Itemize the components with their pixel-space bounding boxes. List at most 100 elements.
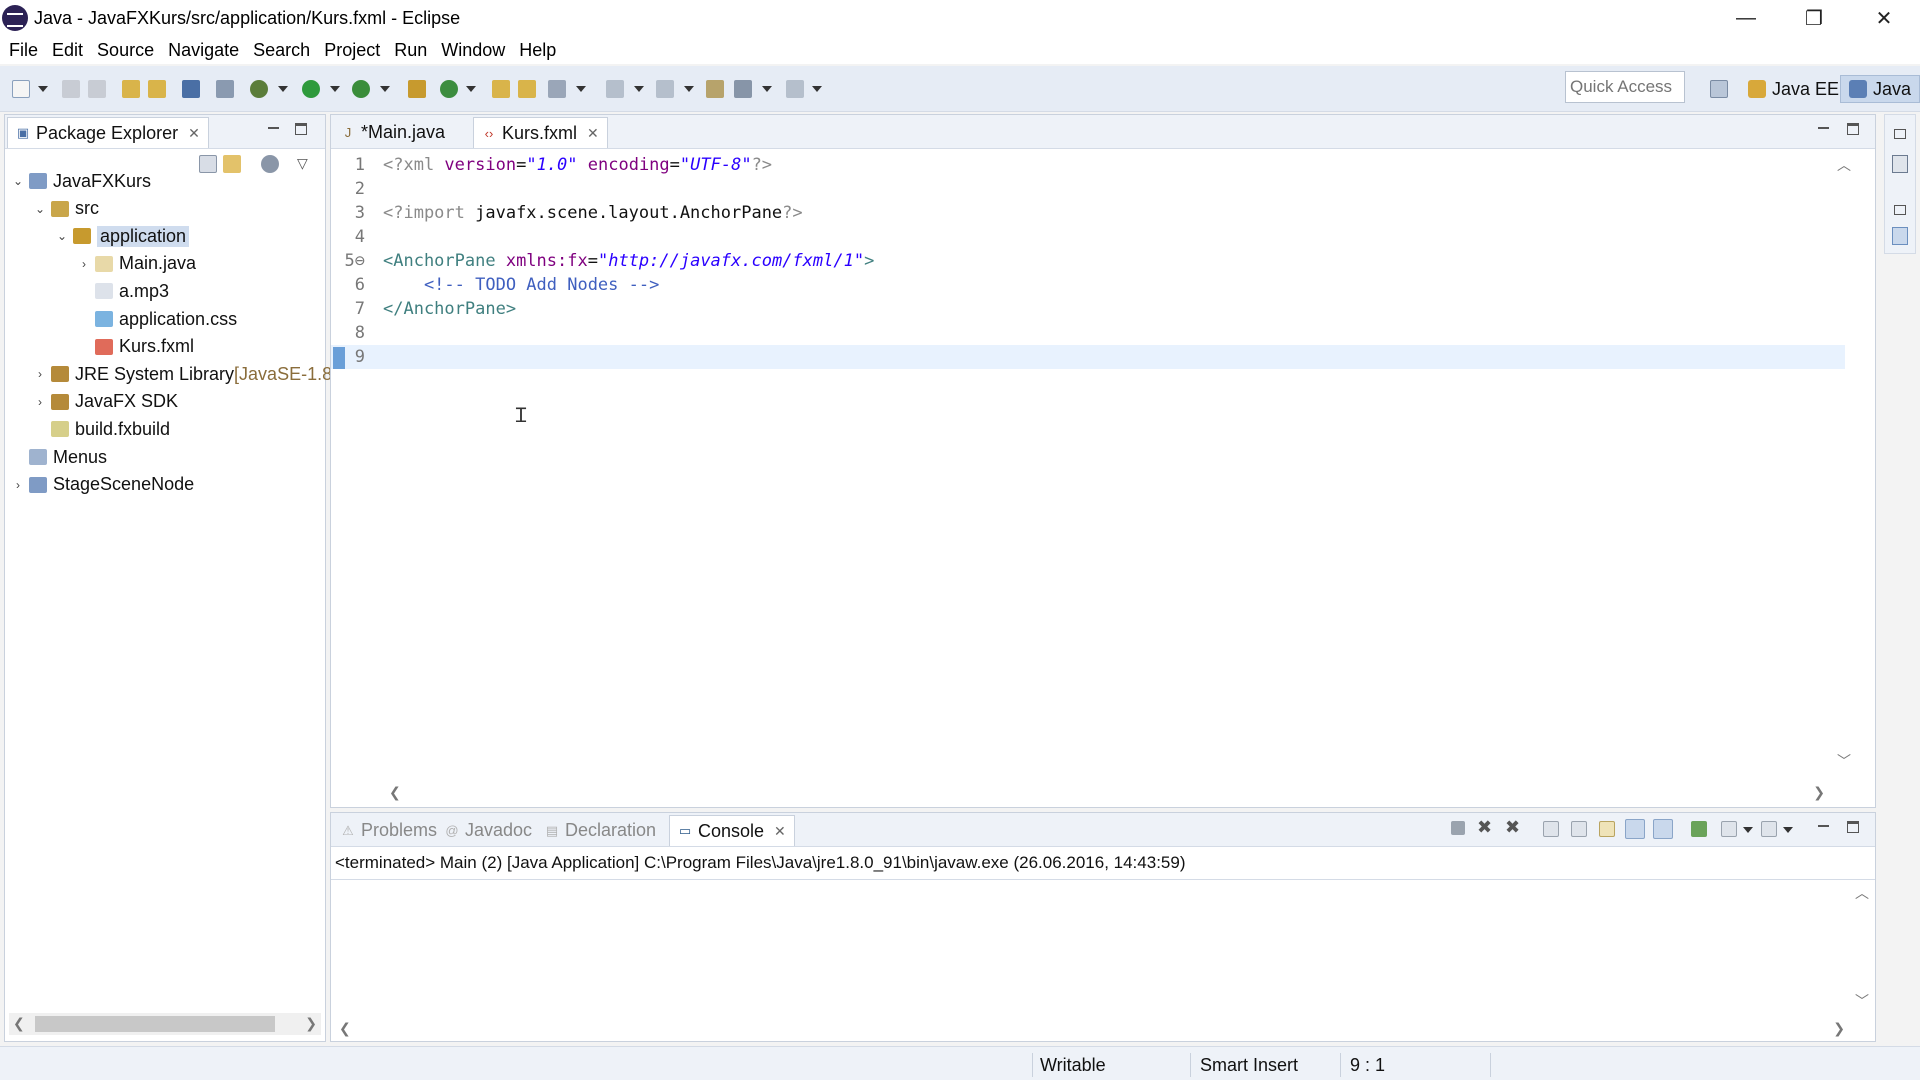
maximize-view-icon[interactable] bbox=[295, 123, 307, 135]
chevron-right-icon[interactable]: › bbox=[33, 395, 47, 409]
scroll-up-icon[interactable]: ︿ bbox=[1837, 155, 1851, 175]
link-with-editor-icon[interactable] bbox=[223, 155, 241, 173]
menu-file[interactable]: File bbox=[2, 40, 45, 61]
tab-package-explorer[interactable]: ▣ Package Explorer ✕ bbox=[7, 117, 209, 148]
chevron-down-icon[interactable] bbox=[380, 86, 390, 92]
forward-arrow-icon[interactable] bbox=[786, 80, 804, 98]
maximize-view-icon[interactable] bbox=[1847, 821, 1859, 833]
remove-all-launches-icon[interactable]: ✖ bbox=[1505, 817, 1520, 838]
chevron-down-icon[interactable]: ⌄ bbox=[55, 229, 69, 243]
chevron-down-icon[interactable] bbox=[466, 86, 476, 92]
menu-help[interactable]: Help bbox=[512, 40, 563, 61]
chevron-down-icon[interactable] bbox=[278, 86, 288, 92]
menu-run[interactable]: Run bbox=[387, 40, 434, 61]
show-on-stderr-icon[interactable] bbox=[1653, 819, 1673, 839]
minimize-view-icon[interactable] bbox=[1817, 123, 1831, 137]
tab-declaration[interactable]: ▤ Declaration bbox=[537, 815, 664, 846]
code-line[interactable]: 1 <?xml version="1.0" encoding="UTF-8"?> bbox=[331, 153, 1845, 177]
maximize-view-icon[interactable] bbox=[1847, 123, 1859, 135]
pin-console-icon[interactable] bbox=[1691, 821, 1707, 837]
chevron-down-icon[interactable] bbox=[634, 86, 644, 92]
run-icon[interactable] bbox=[302, 80, 320, 98]
code-line[interactable]: 7 </AnchorPane> bbox=[331, 297, 1845, 321]
menu-navigate[interactable]: Navigate bbox=[161, 40, 246, 61]
filter-icon[interactable] bbox=[261, 155, 279, 173]
remove-launch-icon[interactable]: ✖ bbox=[1477, 817, 1492, 838]
tree-item[interactable]: Menus bbox=[11, 444, 107, 470]
tree-item[interactable]: › JRE System Library [JavaSE-1.8 bbox=[33, 361, 332, 387]
scroll-lock-icon[interactable] bbox=[1571, 821, 1587, 837]
chevron-down-icon[interactable]: ⌄ bbox=[11, 174, 25, 188]
last-edit-icon[interactable] bbox=[706, 80, 724, 98]
menu-source[interactable]: Source bbox=[90, 40, 161, 61]
perspective-java-ee[interactable]: Java EE bbox=[1748, 75, 1839, 103]
chevron-down-icon[interactable] bbox=[1743, 827, 1753, 833]
close-icon[interactable]: ✕ bbox=[188, 125, 200, 142]
scroll-left-icon[interactable]: ❮ bbox=[389, 784, 401, 801]
tab-console[interactable]: ▭ Console ✕ bbox=[669, 815, 795, 846]
chevron-down-icon[interactable] bbox=[576, 86, 586, 92]
collapse-all-icon[interactable] bbox=[199, 155, 217, 173]
tab-main-java[interactable]: J *Main.java bbox=[333, 117, 453, 148]
scroll-down-icon[interactable]: ﹀ bbox=[1855, 991, 1869, 1011]
menu-search[interactable]: Search bbox=[246, 40, 317, 61]
code-line[interactable]: 5⊖ <AnchorPane xmlns:fx="http://javafx.co… bbox=[331, 249, 1845, 273]
minimize-view-icon[interactable] bbox=[267, 123, 281, 137]
chevron-down-icon[interactable] bbox=[762, 86, 772, 92]
scroll-up-icon[interactable]: ︿ bbox=[1855, 883, 1869, 903]
tree-item[interactable]: Kurs.fxml bbox=[77, 334, 194, 360]
tree-item[interactable]: › Main.java bbox=[77, 251, 196, 277]
new-java-class-icon[interactable] bbox=[440, 80, 458, 98]
terminal-icon[interactable] bbox=[182, 80, 200, 98]
tab-kurs-fxml[interactable]: ‹› Kurs.fxml ✕ bbox=[473, 117, 608, 148]
view-menu-icon[interactable]: ▽ bbox=[297, 155, 308, 172]
new-file-icon[interactable] bbox=[12, 80, 30, 98]
restore-icon[interactable] bbox=[1894, 205, 1906, 215]
tree-item[interactable]: ⌄ application bbox=[55, 223, 190, 249]
previous-annotation-icon[interactable] bbox=[656, 80, 674, 98]
quick-access-input[interactable] bbox=[1565, 71, 1685, 103]
save-all-icon[interactable] bbox=[88, 80, 106, 98]
scroll-left-icon[interactable]: ❮ bbox=[13, 1015, 25, 1032]
scroll-right-icon[interactable]: ❯ bbox=[1833, 1020, 1845, 1037]
minimize-window-button[interactable]: — bbox=[1718, 0, 1774, 36]
chevron-down-icon[interactable] bbox=[812, 86, 822, 92]
scroll-down-icon[interactable]: ﹀ bbox=[1837, 751, 1851, 771]
chevron-right-icon[interactable]: › bbox=[77, 257, 91, 271]
close-icon[interactable]: ✕ bbox=[774, 823, 786, 840]
chevron-right-icon[interactable]: › bbox=[33, 367, 47, 381]
clear-console-icon[interactable] bbox=[1543, 821, 1559, 837]
word-wrap-icon[interactable] bbox=[1599, 821, 1615, 837]
tab-problems[interactable]: ⚠ Problems bbox=[333, 815, 445, 846]
tree-item[interactable]: a.mp3 bbox=[77, 278, 169, 304]
tab-javadoc[interactable]: @ Javadoc bbox=[437, 815, 540, 846]
tree-item[interactable]: build.fxbuild bbox=[33, 416, 170, 442]
chevron-down-icon[interactable] bbox=[1783, 827, 1793, 833]
scroll-left-icon[interactable]: ❮ bbox=[339, 1020, 351, 1037]
tree-item[interactable]: › StageSceneNode bbox=[11, 472, 194, 498]
tree-item[interactable]: › JavaFX SDK bbox=[33, 389, 178, 415]
status-insert-mode[interactable]: Smart Insert bbox=[1200, 1055, 1298, 1076]
code-line[interactable]: 6 <!-- TODO Add Nodes --> bbox=[331, 273, 1845, 297]
restore-icon[interactable] bbox=[1894, 129, 1906, 139]
chevron-down-icon[interactable]: ⌄ bbox=[33, 202, 47, 216]
menu-window[interactable]: Window bbox=[434, 40, 512, 61]
back-arrow-icon[interactable] bbox=[734, 80, 752, 98]
external-tools-icon[interactable] bbox=[352, 80, 370, 98]
close-window-button[interactable]: ✕ bbox=[1856, 0, 1912, 36]
scroll-thumb[interactable] bbox=[35, 1016, 275, 1032]
package-explorer-hscroll[interactable]: ❮ ❯ bbox=[9, 1013, 321, 1035]
scroll-right-icon[interactable]: ❯ bbox=[1813, 784, 1825, 801]
terminate-icon[interactable] bbox=[1451, 821, 1465, 835]
open-resource-icon[interactable] bbox=[148, 80, 166, 98]
open-perspective-icon[interactable] bbox=[1710, 80, 1728, 98]
code-line[interactable]: 2 bbox=[331, 177, 1845, 201]
chevron-down-icon[interactable] bbox=[38, 86, 48, 92]
code-line[interactable]: 9 bbox=[331, 345, 1845, 369]
tree-item[interactable]: application.css bbox=[77, 306, 237, 332]
chevron-right-icon[interactable]: › bbox=[11, 478, 25, 492]
menu-project[interactable]: Project bbox=[317, 40, 387, 61]
tree-item[interactable]: ⌄ JavaFXKurs bbox=[11, 168, 151, 194]
code-line[interactable]: 3 <?import javafx.scene.layout.AnchorPane… bbox=[331, 201, 1845, 225]
code-line[interactable]: 4 bbox=[331, 225, 1845, 249]
